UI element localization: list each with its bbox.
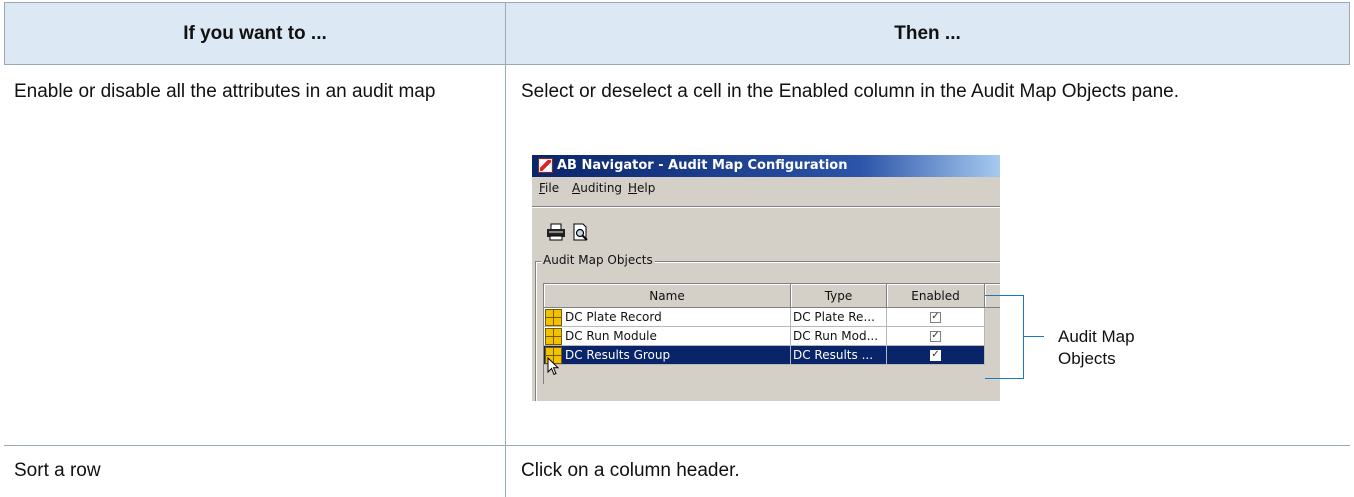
row-type: DC Run Mod...: [791, 327, 887, 346]
column-header-filler: [985, 284, 1000, 308]
app-icon: [538, 158, 553, 173]
audit-map-objects-grid: Name Type Enabled DC Plate Record DC Pla…: [543, 283, 1000, 384]
enabled-checkbox[interactable]: ✓: [930, 330, 941, 342]
row2-action: Sort a row: [14, 460, 101, 481]
callout-bracket-bottom: [985, 378, 1023, 379]
row-name: DC Plate Record: [565, 310, 662, 324]
column-header-type[interactable]: Type: [791, 284, 887, 308]
audit-object-icon: [545, 328, 562, 345]
column-divider: [505, 2, 506, 497]
column-header-name[interactable]: Name: [544, 284, 791, 308]
row2-result: Click on a column header.: [521, 460, 740, 481]
menu-file[interactable]: File: [539, 181, 559, 195]
audit-map-window: AB Navigator - Audit Map Configuration F…: [532, 155, 1000, 401]
header-if-you-want-to: If you want to ...: [183, 22, 327, 44]
group-label: Audit Map Objects: [541, 253, 655, 267]
window-titlebar[interactable]: AB Navigator - Audit Map Configuration: [532, 155, 1000, 177]
printer-icon[interactable]: [546, 223, 566, 241]
table-row[interactable]: DC Plate Record DC Plate Re... ✓: [544, 308, 985, 327]
row-name: DC Run Module: [565, 329, 657, 343]
print-preview-icon[interactable]: [571, 223, 591, 241]
menu-auditing[interactable]: Auditing: [572, 181, 622, 195]
window-title: AB Navigator - Audit Map Configuration: [557, 158, 848, 173]
table-header-row: If you want to ... Then ...: [4, 2, 1350, 65]
table-row[interactable]: DC Run Module DC Run Mod... ✓: [544, 327, 985, 346]
callout-bracket-top: [985, 295, 1023, 296]
enabled-checkbox[interactable]: ✓: [930, 349, 941, 361]
callout-bracket: [1023, 295, 1024, 379]
table-row-selected[interactable]: DC Results Group DC Results ... ✓: [544, 346, 985, 365]
row1-result: Select or deselect a cell in the Enabled…: [521, 81, 1180, 102]
toolbar-separator: [532, 206, 1000, 208]
menu-help[interactable]: Help: [628, 181, 655, 195]
callout-leader-line: [1023, 336, 1044, 337]
row-name: DC Results Group: [565, 348, 671, 362]
row-type: DC Results ...: [791, 346, 887, 365]
mouse-cursor-icon: [547, 357, 560, 376]
row-divider: [4, 445, 1350, 446]
row1-action: Enable or disable all the attributes in …: [14, 81, 436, 102]
callout-label: Audit Map Objects: [1058, 327, 1135, 368]
column-header-enabled[interactable]: Enabled: [887, 284, 985, 308]
header-then: Then ...: [894, 22, 961, 44]
row-type: DC Plate Re...: [791, 308, 887, 327]
enabled-checkbox[interactable]: ✓: [930, 311, 941, 323]
audit-object-icon: [545, 309, 562, 326]
